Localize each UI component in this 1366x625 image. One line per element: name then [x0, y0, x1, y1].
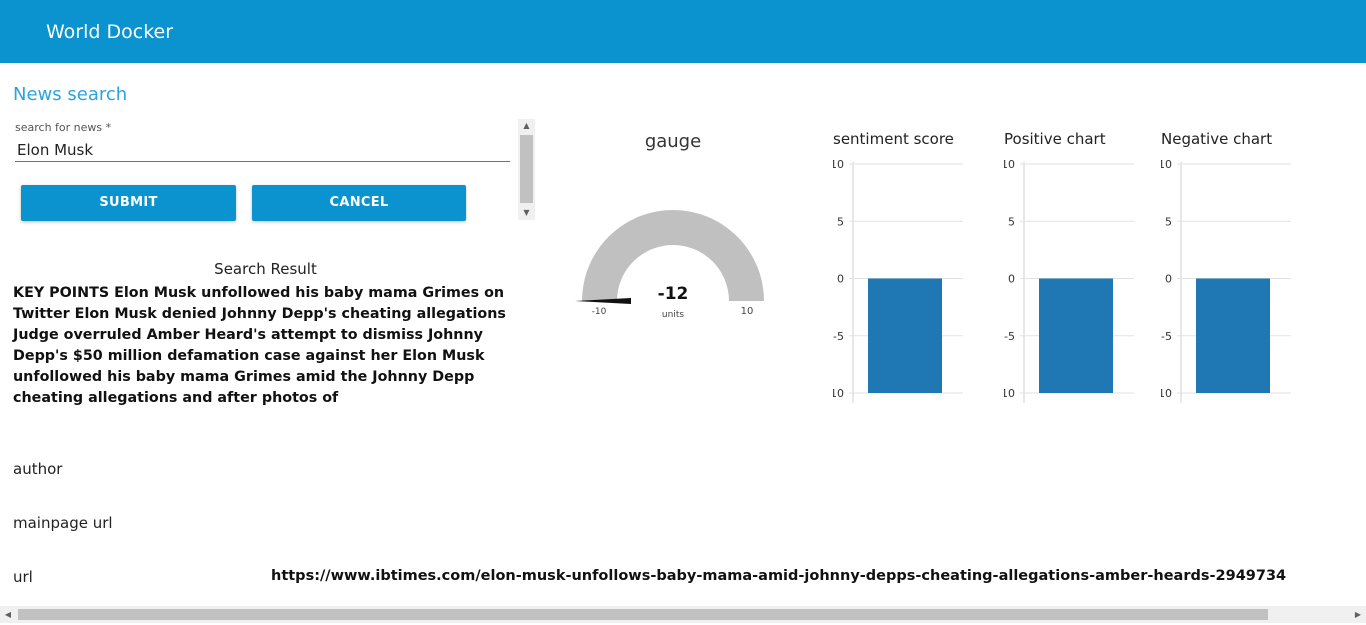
y-tick-label: 10 — [1161, 158, 1172, 171]
gauge-units: units — [662, 310, 684, 320]
chart-plot: 10 5 0 -5 -10 — [997, 158, 1134, 403]
y-tick-label: 5 — [837, 215, 844, 228]
url-value[interactable]: https://www.ibtimes.com/elon-musk-unfoll… — [271, 568, 1286, 584]
chart-bar — [1196, 278, 1270, 393]
horizontal-scrollbar[interactable]: ◀ ▶ — [0, 606, 1366, 623]
negative-chart: Negative chart 10 5 0 -5 -10 — [1154, 130, 1301, 414]
y-tick-label: 0 — [837, 273, 844, 286]
scroll-thumb[interactable] — [18, 609, 1268, 620]
scroll-up-icon[interactable]: ▲ — [518, 119, 535, 133]
sentiment-score-chart: sentiment score 10 5 0 -5 -10 — [826, 130, 973, 414]
y-tick-label: -5 — [1004, 330, 1015, 343]
y-tick-label: -5 — [1161, 330, 1172, 343]
scroll-left-icon[interactable]: ◀ — [0, 606, 16, 623]
scroll-right-icon[interactable]: ▶ — [1350, 606, 1366, 623]
cancel-button[interactable]: CANCEL — [252, 185, 466, 221]
search-input[interactable] — [15, 138, 510, 162]
chart-bar — [1039, 278, 1113, 393]
positive-chart: Positive chart 10 5 0 -5 -10 — [997, 130, 1144, 414]
y-tick-label: 0 — [1008, 273, 1015, 286]
submit-button[interactable]: SUBMIT — [21, 185, 236, 221]
chart-title: sentiment score — [833, 130, 954, 148]
gauge-min-label: -10 — [592, 307, 607, 317]
scroll-thumb[interactable] — [520, 135, 533, 203]
y-tick-label: 5 — [1008, 215, 1015, 228]
y-tick-label: -10 — [1161, 387, 1172, 400]
mainpage-url-label: mainpage url — [13, 514, 113, 532]
app-bar: World Docker — [0, 0, 1366, 63]
vertical-scrollbar[interactable]: ▲ ▼ — [518, 119, 535, 220]
scroll-down-icon[interactable]: ▼ — [518, 206, 535, 220]
gauge-max-label: 10 — [741, 306, 754, 317]
y-tick-label: 5 — [1165, 215, 1172, 228]
y-tick-label: -10 — [833, 387, 844, 400]
chart-title: Positive chart — [1004, 130, 1106, 148]
chart-plot: 10 5 0 -5 -10 — [1154, 158, 1291, 403]
gauge-title: gauge — [644, 131, 702, 152]
chart-plot: 10 5 0 -5 -10 — [826, 158, 963, 403]
section-title: News search — [13, 84, 128, 105]
app-title: World Docker — [46, 21, 174, 43]
chart-bar — [868, 278, 942, 393]
gauge: -12 units -10 10 — [575, 210, 764, 320]
search-field-label: search for news * — [15, 121, 112, 134]
y-tick-label: 10 — [833, 158, 844, 171]
y-tick-label: -10 — [1004, 387, 1015, 400]
y-tick-label: -5 — [833, 330, 844, 343]
search-result-text: KEY POINTS Elon Musk unfollowed his baby… — [13, 285, 506, 406]
y-tick-label: 10 — [1004, 158, 1015, 171]
y-tick-label: 0 — [1165, 273, 1172, 286]
author-label: author — [13, 460, 63, 478]
chart-title: Negative chart — [1161, 130, 1273, 148]
url-label: url — [13, 568, 33, 586]
search-result-heading: Search Result — [214, 260, 317, 278]
gauge-value: -12 — [658, 284, 689, 304]
